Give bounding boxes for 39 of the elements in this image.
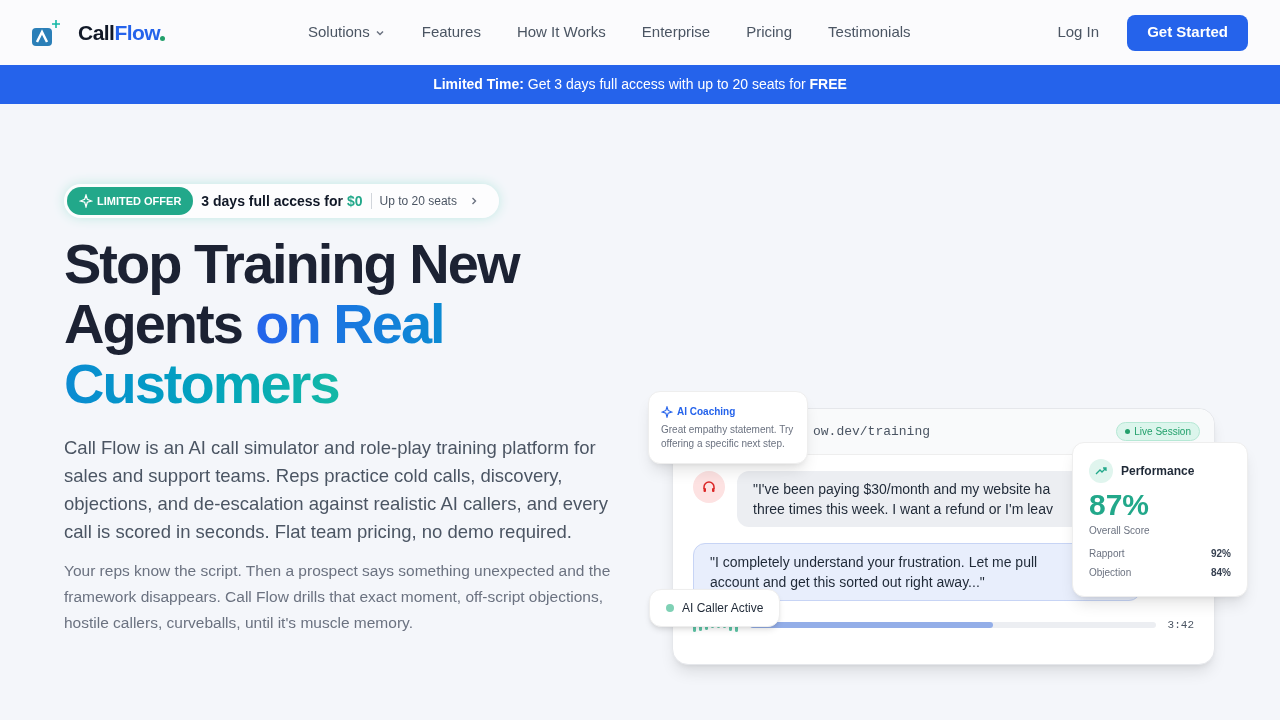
nav-link[interactable]: How It Works xyxy=(516,21,606,44)
performance-title: Performance xyxy=(1121,463,1195,480)
message-line: account and get this sorted out right away..." xyxy=(710,574,985,590)
metric-label: Objection xyxy=(1089,566,1132,580)
metric-value: 84% xyxy=(1211,566,1231,580)
overall-score: 87% xyxy=(1089,487,1151,523)
call-time: 3:42 xyxy=(1167,618,1194,633)
brand-name[interactable]: CallFlow xyxy=(78,16,161,49)
url-text: ow.dev/training xyxy=(813,422,931,441)
logo-icon xyxy=(32,17,62,48)
nav-link[interactable]: Testimonials xyxy=(828,21,911,44)
nav-link[interactable]: Enterprise xyxy=(641,21,711,44)
message-line: "I've been paying $30/month and my website ha xyxy=(753,481,1051,497)
get-started-button[interactable]: Get Started xyxy=(1127,14,1248,51)
overall-score-label: Overall Score xyxy=(1089,524,1151,538)
trend-up-icon xyxy=(1089,459,1113,483)
hero-body: Your reps know the script. Then a prospect says something unexpected and the framework disappears. Call Flow drills that exact moment, off-script objections, hostile callers, curveballs, until it's muscle memory. xyxy=(64,561,612,633)
seats-text: Up to 20 seats xyxy=(379,193,457,210)
status-label: AI Caller Active xyxy=(682,600,764,617)
coaching-text: Great empathy statement. Try offering a specific next step. xyxy=(661,423,795,451)
promo-banner: Limited Time: Get 3 days full access with up to 20 seats for FREE xyxy=(0,65,1280,104)
message-line: "I completely understand your frustration. Let me pull xyxy=(710,554,1038,570)
offer-text: 3 days full access for xyxy=(201,191,343,211)
sparkle-icon xyxy=(661,405,673,418)
sparkle-icon xyxy=(79,194,93,208)
nav-link[interactable]: Features xyxy=(421,21,481,44)
nav-link[interactable]: Pricing xyxy=(746,21,793,44)
metric-value: 92% xyxy=(1211,547,1231,561)
limited-offer-badge: LIMITED OFFER xyxy=(67,187,194,215)
metric-label: Rapport xyxy=(1089,547,1125,561)
nav-link[interactable]: Solutions xyxy=(308,21,386,44)
hero-lead: Call Flow is an AI call simulator and role-play training platform for sales and support teams. Reps practice cold calls, discovery, objections, and de-escalation against realistic AI callers, and every call is scored in seconds. Flat team pricing, no demo required. xyxy=(64,436,609,544)
login-link[interactable]: Log In xyxy=(1057,21,1100,44)
coaching-title: AI Coaching xyxy=(677,405,736,419)
offer-pill[interactable]: LIMITED OFFER 3 days full access for $0 Up to 20 seats xyxy=(64,184,499,218)
message-line: three times this week. I want a refund or I'm leav xyxy=(753,501,1053,517)
headphones-icon xyxy=(693,471,725,503)
offer-price: $0 xyxy=(346,191,363,211)
live-session-badge: Live Session xyxy=(1116,422,1200,441)
